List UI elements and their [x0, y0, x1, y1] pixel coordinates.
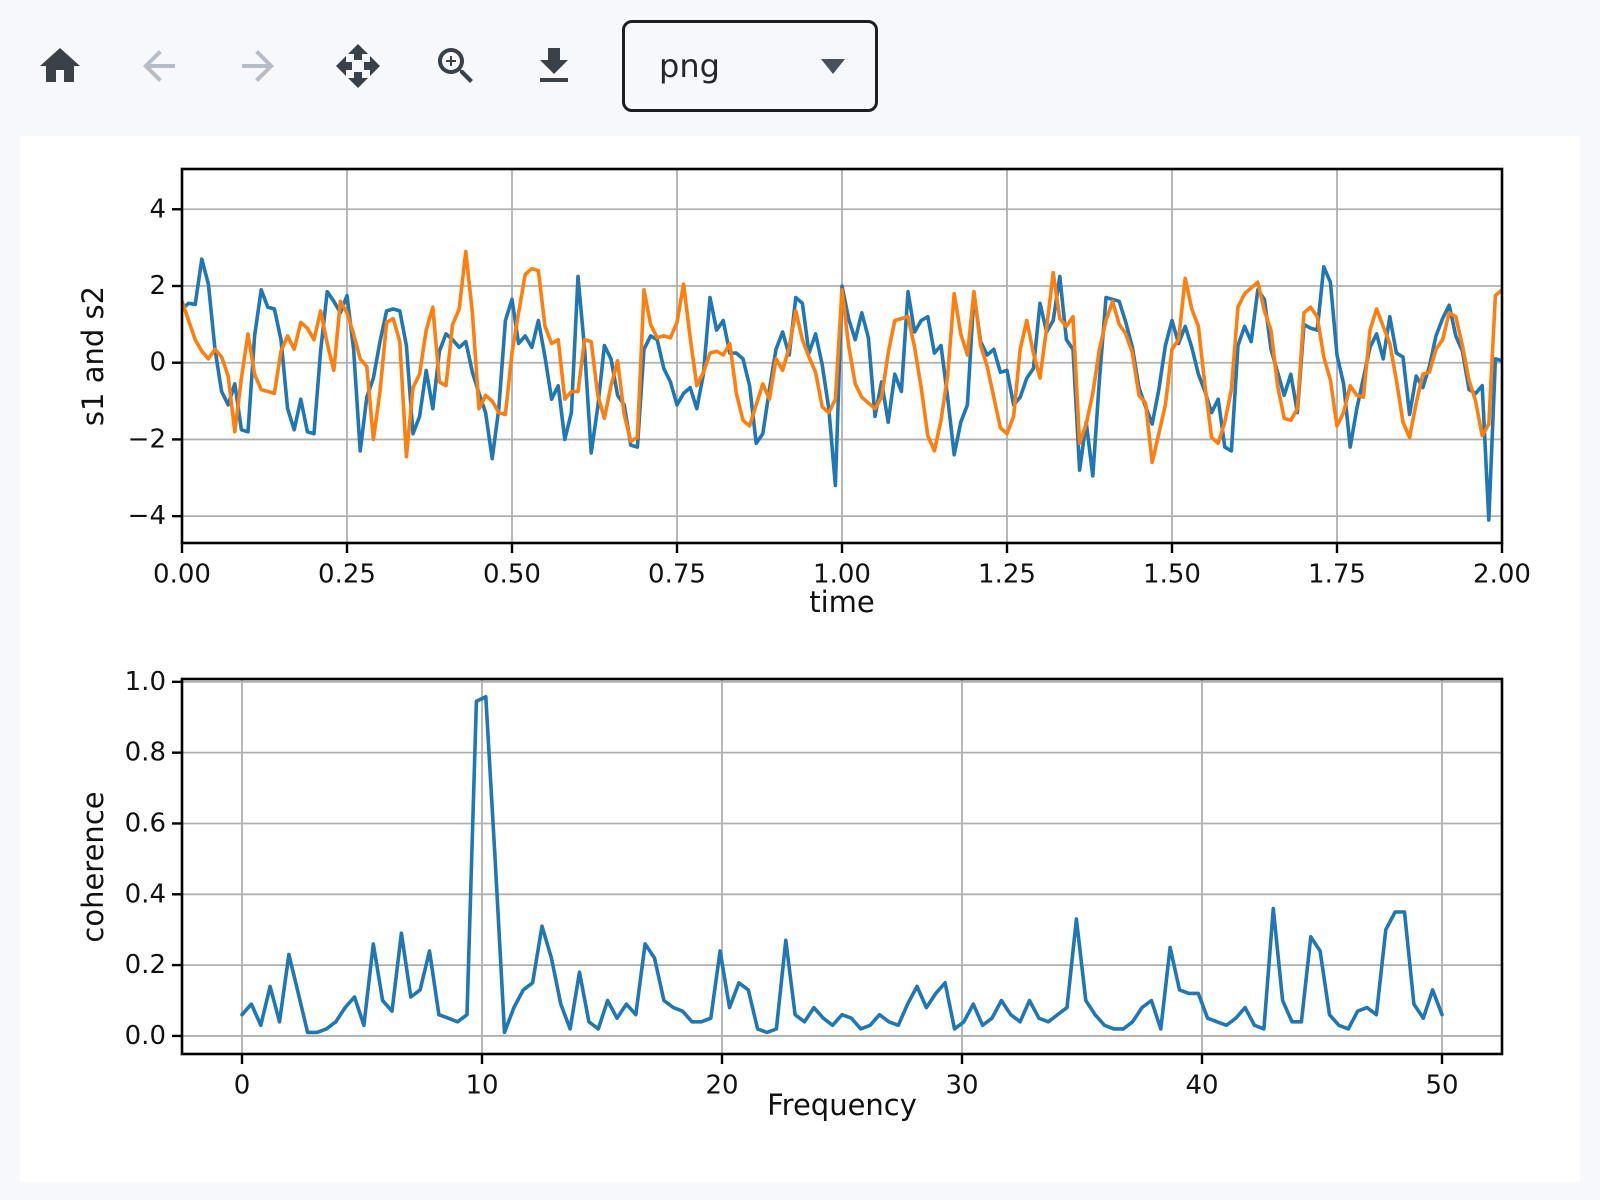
- y-tick-label: 4: [149, 194, 166, 224]
- plots-svg: 0.000.250.500.751.001.251.501.752.00−4−2…: [20, 136, 1580, 1182]
- download-button[interactable]: [530, 42, 578, 90]
- y-tick-label: 0.6: [125, 808, 166, 838]
- y-tick-label: 0.8: [125, 738, 166, 768]
- ylabel-s1-and-s2: s1 and s2: [76, 286, 110, 426]
- y-tick-label: 0.2: [125, 950, 166, 980]
- home-button[interactable]: [36, 42, 84, 90]
- back-button[interactable]: [135, 42, 183, 90]
- x-tick-label: 10: [465, 1070, 498, 1100]
- x-tick-label: 30: [945, 1070, 978, 1100]
- x-tick-label: 1.50: [1143, 559, 1201, 589]
- y-tick-label: −2: [128, 424, 166, 454]
- download-icon: [530, 42, 578, 90]
- pan-button[interactable]: [334, 42, 382, 90]
- x-tick-label: 50: [1425, 1070, 1458, 1100]
- top-plot-axes: 0.000.250.500.751.001.251.501.752.00−4−2…: [128, 169, 1531, 589]
- format-select-value: png: [659, 47, 720, 85]
- x-tick-label: 0.75: [648, 559, 706, 589]
- x-tick-label: 0.00: [153, 559, 211, 589]
- xlabel-frequency: Frequency: [767, 1088, 917, 1122]
- zoom-button[interactable]: [432, 42, 480, 90]
- x-tick-label: 20: [705, 1070, 738, 1100]
- x-tick-label: 1.75: [1308, 559, 1366, 589]
- x-tick-label: 40: [1185, 1070, 1218, 1100]
- home-icon: [36, 42, 84, 90]
- y-tick-label: 0.4: [125, 879, 166, 909]
- figure-canvas[interactable]: 0.000.250.500.751.001.251.501.752.00−4−2…: [20, 136, 1580, 1182]
- y-tick-label: −4: [128, 501, 166, 531]
- arrow-left-icon: [135, 42, 183, 90]
- xlabel-time: time: [809, 585, 875, 619]
- move-icon: [334, 42, 382, 90]
- navigation-toolbar: png: [0, 0, 1600, 136]
- coherence-plot-axes: 0 10 20 30 40 50 0.0 0.2 0.4 0.6 0.8 1.0: [125, 667, 1502, 1101]
- chevron-down-icon: [821, 59, 845, 74]
- x-tick-label: 0: [234, 1070, 251, 1100]
- ylabel-coherence: coherence: [76, 791, 110, 942]
- x-tick-label: 0.50: [483, 559, 541, 589]
- format-select[interactable]: png: [622, 20, 878, 112]
- y-tick-label: 0.0: [125, 1021, 166, 1051]
- series-line-coherence: [242, 697, 1442, 1033]
- y-tick-label: 2: [149, 271, 166, 301]
- x-tick-label: 1.25: [978, 559, 1036, 589]
- arrow-right-icon: [234, 42, 282, 90]
- zoom-in-icon: [432, 42, 480, 90]
- y-tick-label: 0: [149, 348, 166, 378]
- y-tick-label: 1.0: [125, 667, 166, 697]
- x-tick-label: 2.00: [1473, 559, 1531, 589]
- forward-button[interactable]: [234, 42, 282, 90]
- x-tick-label: 0.25: [318, 559, 376, 589]
